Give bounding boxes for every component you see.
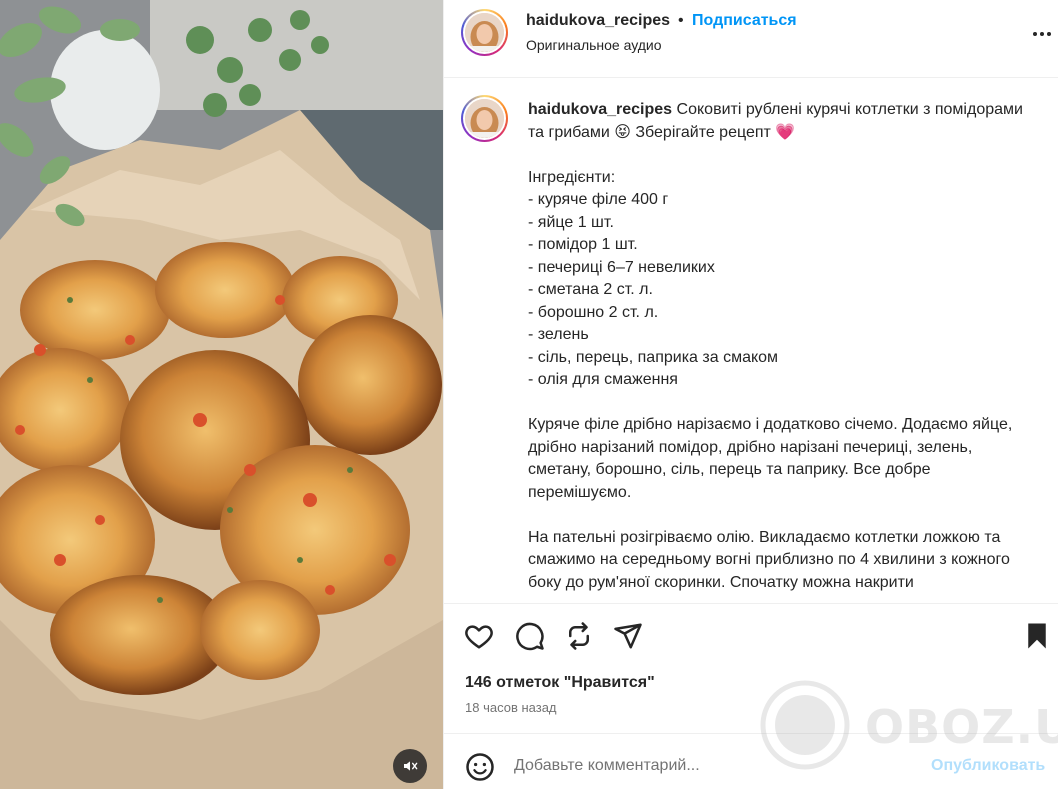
caption-body: Соковиті рублені курячі котлетки з помід… [528,101,1023,591]
action-bar: 146 отметок "Нравится" 18 часов назад [444,603,1058,733]
emoji-icon[interactable] [465,752,495,782]
comment-bubble-icon[interactable] [515,621,545,651]
food-photo [0,0,443,789]
repost-icon[interactable] [564,621,594,651]
avatar[interactable] [461,9,508,56]
mute-button[interactable] [393,749,427,783]
bookmark-icon[interactable] [1022,621,1052,651]
share-paper-plane-icon[interactable] [613,621,643,651]
profile-photo [465,13,504,52]
post-header: haidukova_recipes • Подписаться Оригинал… [444,0,1058,78]
caption-username[interactable]: haidukova_recipes [528,101,672,118]
audio-label[interactable]: Оригинальное аудио [526,37,662,53]
separator-dot: • [678,12,684,29]
comment-input[interactable] [514,754,914,778]
muted-speaker-icon [404,761,418,771]
post-media[interactable] [0,0,443,789]
post-panel: haidukova_recipes • Подписаться Оригинал… [443,0,1058,789]
caption-section: haidukova_recipes Соковиті рублені куряч… [444,79,1058,602]
more-options-icon[interactable] [1030,22,1054,46]
profile-photo [465,99,504,138]
heart-icon[interactable] [464,621,494,651]
username[interactable]: haidukova_recipes [526,12,670,30]
caption-text: haidukova_recipes Соковиті рублені куряч… [528,99,1028,594]
caption-avatar[interactable] [461,95,508,142]
post-timestamp[interactable]: 18 часов назад [465,700,557,715]
likes-count[interactable]: 146 отметок "Нравится" [465,674,655,692]
publish-button[interactable]: Опубликовать [931,757,1045,775]
follow-button[interactable]: Подписаться [692,12,797,30]
comment-bar: Опубликовать [444,733,1058,789]
